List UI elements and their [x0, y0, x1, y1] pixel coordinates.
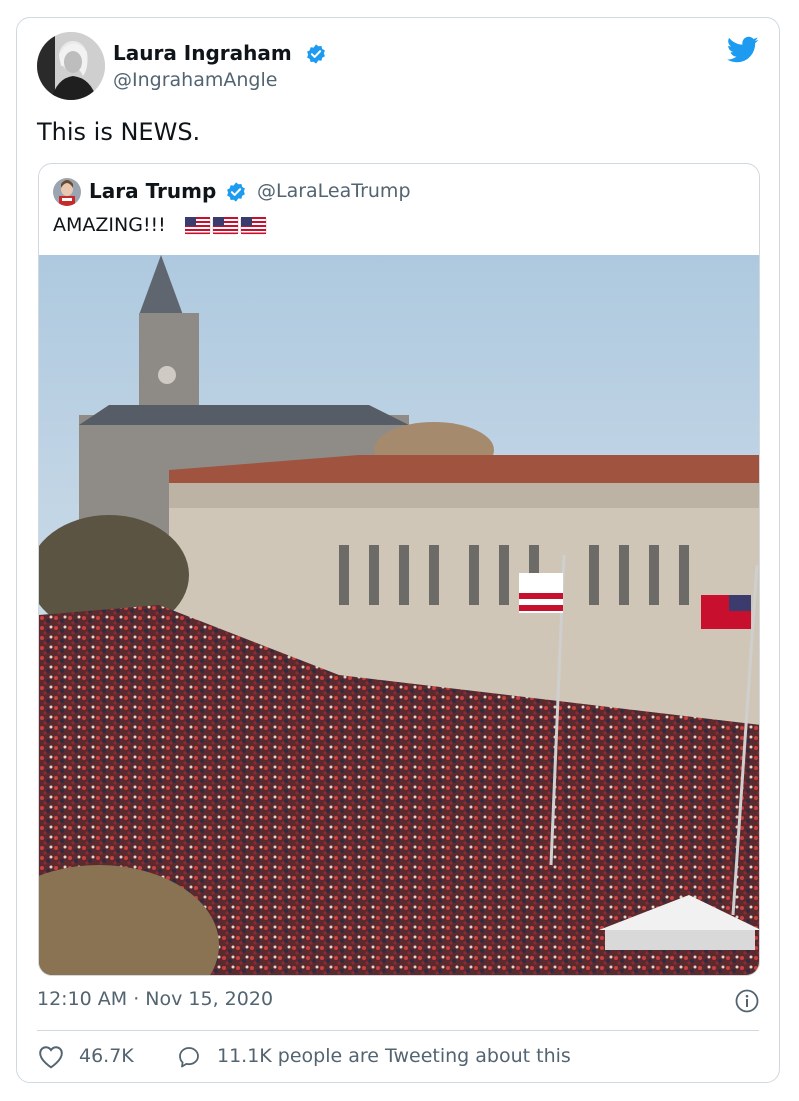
- us-flag-emoji-icon: [185, 217, 267, 235]
- author-avatar[interactable]: [37, 32, 105, 100]
- profile-photo-icon: [37, 32, 105, 100]
- like-count[interactable]: 46.7K: [79, 1045, 134, 1067]
- reply-bubble-icon[interactable]: [177, 1045, 201, 1069]
- quoted-profile-photo-icon: [53, 178, 81, 206]
- tweet-timestamp[interactable]: 12:10 AM · Nov 15, 2020: [37, 988, 273, 1010]
- info-icon[interactable]: [735, 989, 759, 1013]
- author-handle[interactable]: @IngrahamAngle: [113, 69, 277, 91]
- author-name[interactable]: Laura Ingraham: [113, 41, 292, 65]
- verified-badge-icon: [307, 44, 325, 64]
- crowd-rally-photo-icon[interactable]: [39, 255, 760, 976]
- conversation-link[interactable]: 11.1K people are Tweeting about this: [217, 1045, 571, 1067]
- heart-icon[interactable]: [38, 1045, 64, 1069]
- twitter-bird-icon[interactable]: [727, 36, 759, 64]
- divider: [37, 1030, 759, 1031]
- tweet-text: This is NEWS.: [37, 118, 201, 146]
- quoted-author-handle[interactable]: @LaraLeaTrump: [257, 180, 411, 202]
- verified-badge-icon: [227, 182, 245, 202]
- quoted-tweet-text: AMAZING!!!: [53, 214, 166, 236]
- quoted-tweet[interactable]: Lara Trump @LaraLeaTrump AMAZING!!!: [38, 163, 760, 976]
- tweet-card[interactable]: Laura Ingraham @IngrahamAngle This is NE…: [16, 17, 780, 1083]
- quoted-author-name[interactable]: Lara Trump: [89, 179, 216, 203]
- quoted-avatar[interactable]: [53, 178, 81, 206]
